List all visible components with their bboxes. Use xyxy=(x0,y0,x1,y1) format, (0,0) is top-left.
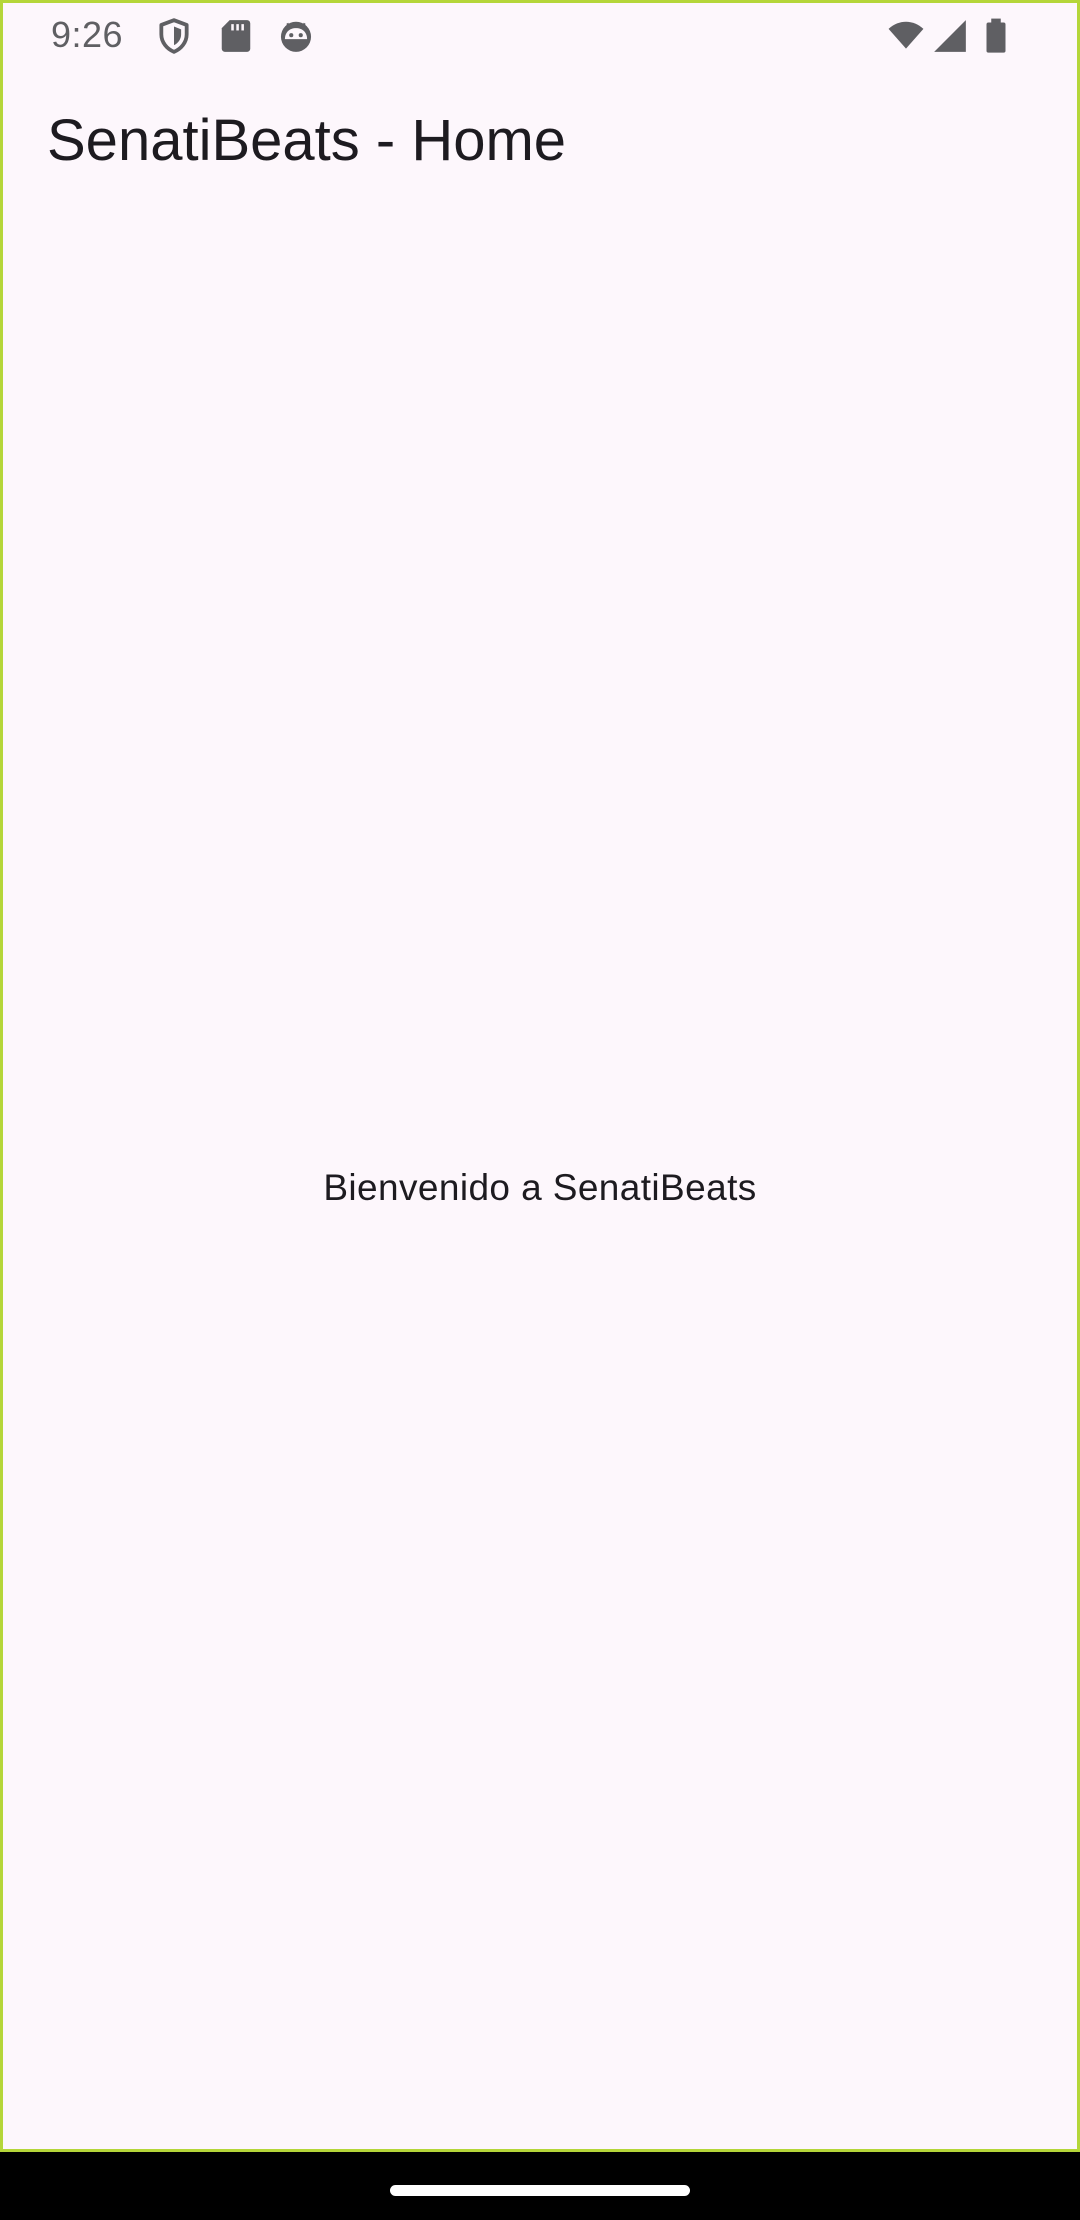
app-screen: 9:26 SenatiBeats - Home Bienvenido a Sen… xyxy=(0,0,1080,2152)
battery-icon xyxy=(981,17,1011,55)
page-title: SenatiBeats - Home xyxy=(47,108,567,173)
sd-card-icon xyxy=(217,17,255,55)
welcome-text: Bienvenido a SenatiBeats xyxy=(323,1167,757,1208)
cellular-signal-icon xyxy=(931,17,969,55)
shield-icon xyxy=(155,17,193,55)
home-gesture-handle[interactable] xyxy=(390,2185,690,2196)
navigation-bar xyxy=(0,2152,1080,2220)
status-time: 9:26 xyxy=(51,14,124,55)
android-face-icon xyxy=(277,17,315,55)
wifi-icon xyxy=(885,17,927,55)
status-bar: 9:26 xyxy=(3,3,1077,69)
